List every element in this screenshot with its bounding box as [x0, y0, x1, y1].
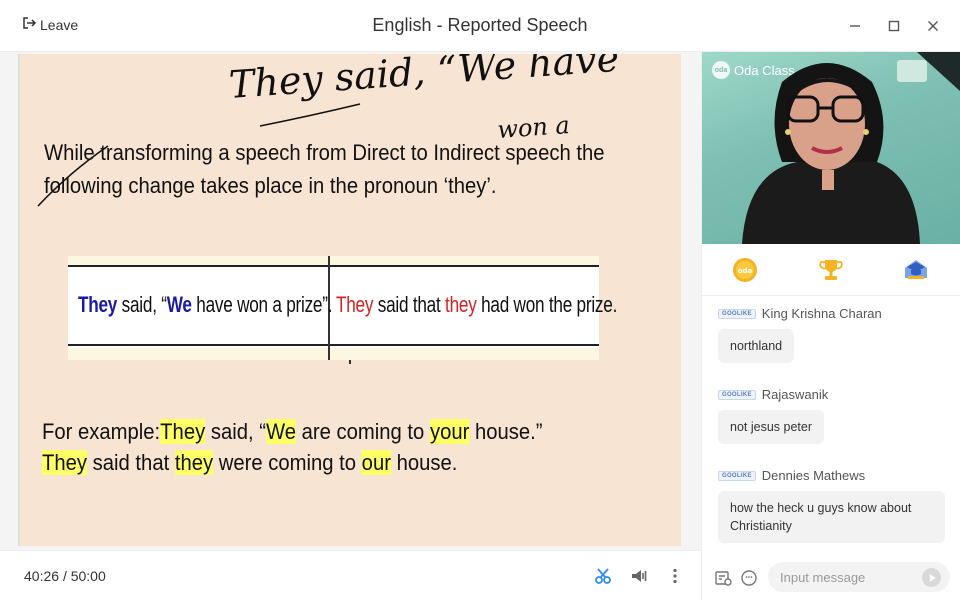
scissors-icon[interactable]: [593, 566, 613, 586]
chat-message-header: GOOLIKE Dennies Mathews: [718, 468, 945, 483]
chat-bubble: how the heck u guys know about Christian…: [718, 491, 945, 543]
slide: While transforming a speech from Direct …: [20, 54, 681, 546]
highlighted-pronoun: They: [42, 450, 88, 475]
leave-button[interactable]: Leave: [22, 16, 78, 33]
example-text-segment: house.”: [469, 419, 543, 444]
timer: 40:26 / 50:00: [24, 568, 106, 584]
example-text-segment: are coming to: [295, 419, 430, 444]
table-border: [68, 265, 599, 267]
highlighted-pronoun: your: [429, 419, 470, 444]
reward-bar: oda: [702, 244, 960, 296]
cell-text: have won a prize”.: [191, 292, 333, 317]
highlighted-pronoun: they: [174, 450, 214, 475]
playback-bar: 40:26 / 50:00: [0, 550, 701, 600]
example-text-segment: said that: [87, 450, 175, 475]
chat-message-header: GOOLIKE Rajaswanik: [718, 387, 828, 402]
chat-message: GOOLIKE Rajaswanik not jesus peter: [718, 387, 828, 444]
table-cell-direct: They said, “We have won a prize”.: [78, 292, 333, 318]
coin-icon[interactable]: oda: [731, 256, 759, 284]
chat-message: GOOLIKE King Krishna Charan northland: [718, 306, 882, 363]
pronoun-they: They: [336, 292, 374, 317]
chat-input-row: [702, 554, 960, 600]
side-panel: oda Oda Class oda GOOLIKE King Krishna C…: [701, 52, 960, 600]
highlighted-pronoun: They: [160, 419, 206, 444]
highlighted-pronoun: We: [265, 419, 296, 444]
example-text: For example:They said, “We are coming to…: [42, 416, 543, 478]
table-border: [68, 344, 599, 346]
pronoun-we: We: [166, 292, 192, 317]
slide-line-2: following change takes place in the pron…: [44, 173, 497, 198]
table-band: [68, 348, 599, 360]
total-time: 50:00: [70, 568, 106, 584]
presentation-stage: While transforming a speech from Direct …: [0, 52, 701, 550]
send-icon[interactable]: [922, 568, 941, 587]
teacher-video: oda Oda Class: [702, 52, 960, 244]
minimize-icon[interactable]: [845, 16, 865, 36]
emoji-icon[interactable]: [739, 568, 759, 588]
teacher-portrait: [742, 52, 960, 244]
example-text-segment: said, “: [205, 419, 266, 444]
user-badge: GOOLIKE: [718, 308, 756, 319]
window-title: English - Reported Speech: [372, 15, 588, 35]
example-line-2: They said that they were coming to our h…: [42, 447, 543, 478]
underline-stroke: [259, 103, 361, 127]
chat-username: King Krishna Charan: [761, 306, 882, 321]
leave-label: Leave: [40, 16, 79, 33]
chat-bubble: not jesus peter: [718, 410, 824, 444]
pronoun-they: They: [78, 292, 118, 317]
table-band: [68, 256, 599, 265]
coin-label: oda: [738, 267, 753, 275]
example-table: They said, “We have won a prize”. They s…: [68, 256, 617, 360]
highlighted-pronoun: our: [361, 450, 391, 475]
elapsed-time: 40:26: [24, 568, 60, 584]
example-text-segment: house.: [390, 450, 458, 475]
cell-text: said, “: [117, 292, 167, 317]
more-options-icon[interactable]: [665, 566, 685, 586]
example-line-1: For example:They said, “We are coming to…: [42, 416, 543, 447]
cell-text: had won the prize.: [476, 292, 618, 317]
trophy-icon[interactable]: [817, 256, 845, 284]
chat-username: Rajaswanik: [761, 387, 829, 402]
chat-settings-icon[interactable]: [713, 568, 733, 588]
volume-icon[interactable]: [629, 566, 649, 586]
user-badge: GOOLIKE: [718, 470, 756, 481]
chat-bubble: northland: [718, 329, 795, 363]
slide-line-1: While transforming a speech from Direct …: [44, 140, 605, 165]
maximize-icon[interactable]: [884, 16, 904, 36]
chat-username: Dennies Mathews: [761, 468, 866, 483]
top-bar: Leave English - Reported Speech: [0, 0, 960, 52]
pronoun-they: they: [445, 292, 477, 317]
cell-text: said that: [373, 292, 446, 317]
slide-body-text: While transforming a speech from Direct …: [44, 136, 605, 202]
close-icon[interactable]: [923, 16, 943, 36]
user-badge: GOOLIKE: [718, 389, 756, 400]
chat-message-header: GOOLIKE King Krishna Charan: [718, 306, 882, 321]
table-cell-indirect: They said that they had won the prize.: [336, 292, 617, 318]
example-text-segment: were coming to: [213, 450, 362, 475]
exit-icon: [22, 16, 37, 33]
graduation-cap-icon[interactable]: [902, 256, 930, 284]
annotation-line-1: They said, “We have: [228, 54, 621, 107]
chat-message: GOOLIKE Dennies Mathews how the heck u g…: [718, 468, 945, 543]
example-text-segment: For example:: [42, 419, 161, 444]
time-separator: /: [62, 568, 67, 584]
chat-list[interactable]: GOOLIKE King Krishna Charan northland GO…: [702, 296, 960, 554]
